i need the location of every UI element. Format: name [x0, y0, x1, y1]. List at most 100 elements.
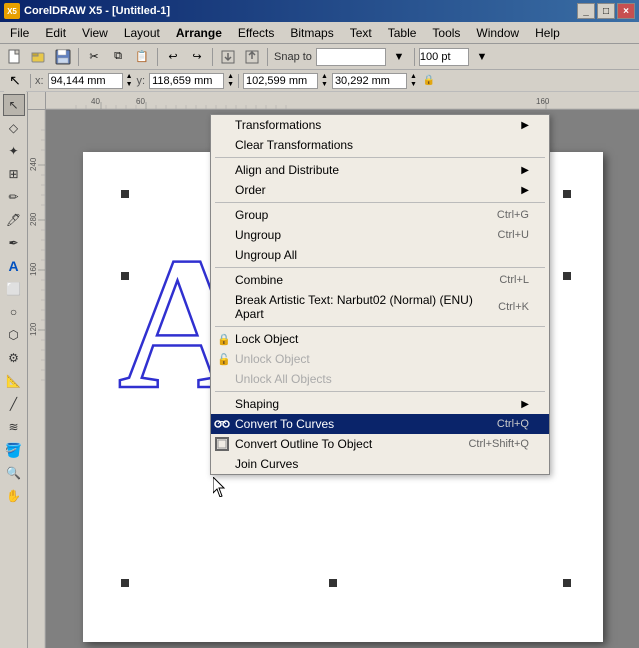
cut-button[interactable]: ✂ — [83, 46, 105, 68]
menu-item-unlock-all[interactable]: Unlock All Objects — [211, 369, 549, 389]
handle-mr[interactable] — [563, 272, 571, 280]
zoom-input[interactable] — [419, 48, 469, 66]
snap-input[interactable] — [316, 48, 386, 66]
menu-item-order[interactable]: Order ▶ — [211, 180, 549, 200]
maximize-button[interactable]: □ — [597, 3, 615, 19]
menu-item-group[interactable]: Group Ctrl+G — [211, 205, 549, 225]
menu-text[interactable]: Text — [342, 23, 380, 43]
menu-help[interactable]: Help — [527, 23, 568, 43]
menu-item-combine[interactable]: Combine Ctrl+L — [211, 270, 549, 290]
toolbar-sep-1 — [78, 48, 79, 66]
lock-ratio[interactable]: 🔒 — [421, 75, 437, 86]
close-button[interactable]: × — [617, 3, 635, 19]
coord-bar: ↖ x: 94,144 mm ▲ ▼ y: ▲ ▼ ▲ ▼ ▲ ▼ 🔒 — [0, 70, 639, 92]
menu-edit[interactable]: Edit — [37, 23, 74, 43]
redo-button[interactable]: ↪ — [186, 46, 208, 68]
app-icon: X5 — [4, 3, 20, 19]
title-bar: X5 CorelDRAW X5 - [Untitled-1] _ □ × — [0, 0, 639, 22]
menu-item-unlock-object[interactable]: 🔓 Unlock Object — [211, 349, 549, 369]
menu-item-break-apart[interactable]: Break Artistic Text: Narbut02 (Normal) (… — [211, 290, 549, 324]
menu-item-convert-to-curves[interactable]: Convert To Curves Ctrl+Q — [211, 414, 549, 434]
menu-bitmaps[interactable]: Bitmaps — [282, 23, 341, 43]
new-button[interactable] — [4, 46, 26, 68]
coord-sep2 — [238, 74, 239, 88]
menu-item-join-curves[interactable]: Join Curves — [211, 454, 549, 474]
handle-bl[interactable] — [121, 579, 129, 587]
snap-options-button[interactable]: ▼ — [388, 46, 410, 68]
menu-item-align-distribute[interactable]: Align and Distribute ▶ — [211, 160, 549, 180]
main-toolbar: ✂ ⧉ 📋 ↩ ↪ Snap to ▼ ▼ — [0, 44, 639, 70]
ellipse-tool[interactable]: ○ — [3, 301, 25, 323]
toolbar-sep-3 — [212, 48, 213, 66]
pen-tool[interactable]: ✏ — [3, 186, 25, 208]
handle-bm[interactable] — [329, 579, 337, 587]
menu-sep-2 — [215, 202, 545, 203]
unlock-icon: 🔓 — [215, 350, 233, 368]
minimize-button[interactable]: _ — [577, 3, 595, 19]
menu-table[interactable]: Table — [380, 23, 425, 43]
zoom-tool[interactable]: 🔍 — [3, 462, 25, 484]
import-button[interactable] — [217, 46, 239, 68]
blend-tool[interactable]: ≋ — [3, 416, 25, 438]
handle-ml[interactable] — [121, 272, 129, 280]
svg-text:160: 160 — [536, 97, 550, 106]
main-area: ↖ ◇ ✦ ⊞ ✏ 🖊 ✒ A ⬜ ○ ⬡ ⚙ 📐 ╱ ≋ 🪣 🔍 ✋ 40 6… — [0, 92, 639, 648]
w-spinners[interactable]: ▲ ▼ — [321, 73, 328, 89]
svg-text:240: 240 — [29, 157, 38, 171]
handle-tr[interactable] — [563, 190, 571, 198]
menu-sep-5 — [215, 391, 545, 392]
lock-icon: 🔒 — [215, 330, 233, 348]
toolbar-sep-4 — [267, 48, 268, 66]
art-media[interactable]: ✒ — [3, 232, 25, 254]
menu-tools[interactable]: Tools — [424, 23, 468, 43]
menu-window[interactable]: Window — [468, 23, 527, 43]
fill-tool[interactable]: 🪣 — [3, 439, 25, 461]
menu-item-ungroup[interactable]: Ungroup Ctrl+U — [211, 225, 549, 245]
menu-item-transformations[interactable]: Transformations ▶ — [211, 115, 549, 135]
shape-tool[interactable]: ◇ — [3, 117, 25, 139]
x-spinners[interactable]: ▲ ▼ — [126, 73, 133, 89]
select-tool[interactable]: ↖ — [3, 94, 25, 116]
freehand-tool[interactable]: ✦ — [3, 140, 25, 162]
svg-text:120: 120 — [29, 322, 38, 336]
save-button[interactable] — [52, 46, 74, 68]
y-spinners[interactable]: ▲ ▼ — [227, 73, 234, 89]
menu-sep-4 — [215, 326, 545, 327]
zoom-combo-arrow[interactable]: ▼ — [471, 46, 493, 68]
connector-tool[interactable]: ╱ — [3, 393, 25, 415]
snap-label: Snap to — [272, 51, 314, 63]
y-input[interactable] — [149, 73, 224, 89]
menu-arrange[interactable]: Arrange — [168, 23, 230, 43]
svg-text:60: 60 — [136, 97, 145, 106]
spiral-tool[interactable]: ⚙ — [3, 347, 25, 369]
bezier-tool[interactable]: 🖊 — [3, 209, 25, 231]
height-input[interactable] — [332, 73, 407, 89]
menu-item-ungroup-all[interactable]: Ungroup All — [211, 245, 549, 265]
menu-item-lock-object[interactable]: 🔒 Lock Object — [211, 329, 549, 349]
y-label: y: — [137, 75, 146, 87]
menu-item-shaping[interactable]: Shaping ▶ — [211, 394, 549, 414]
handle-tl[interactable] — [121, 190, 129, 198]
export-button[interactable] — [241, 46, 263, 68]
text-tool[interactable]: A — [3, 255, 25, 277]
dimension-tool[interactable]: 📐 — [3, 370, 25, 392]
menu-effects[interactable]: Effects — [230, 23, 282, 43]
polygon-tool[interactable]: ⬡ — [3, 324, 25, 346]
handle-br[interactable] — [563, 579, 571, 587]
open-button[interactable] — [28, 46, 50, 68]
arrange-dropdown: Transformations ▶ Clear Transformations … — [210, 114, 550, 475]
x-input[interactable]: 94,144 mm — [48, 73, 123, 89]
menu-item-clear-transformations[interactable]: Clear Transformations — [211, 135, 549, 155]
menu-file[interactable]: File — [2, 23, 37, 43]
copy-button[interactable]: ⧉ — [107, 46, 129, 68]
rect-tool[interactable]: ⬜ — [3, 278, 25, 300]
paste-button[interactable]: 📋 — [131, 46, 153, 68]
menu-layout[interactable]: Layout — [116, 23, 168, 43]
undo-button[interactable]: ↩ — [162, 46, 184, 68]
menu-view[interactable]: View — [74, 23, 116, 43]
smart-fill[interactable]: ⊞ — [3, 163, 25, 185]
h-spinners[interactable]: ▲ ▼ — [410, 73, 417, 89]
pan-tool[interactable]: ✋ — [3, 485, 25, 507]
menu-item-convert-outline[interactable]: Convert Outline To Object Ctrl+Shift+Q — [211, 434, 549, 454]
width-input[interactable] — [243, 73, 318, 89]
